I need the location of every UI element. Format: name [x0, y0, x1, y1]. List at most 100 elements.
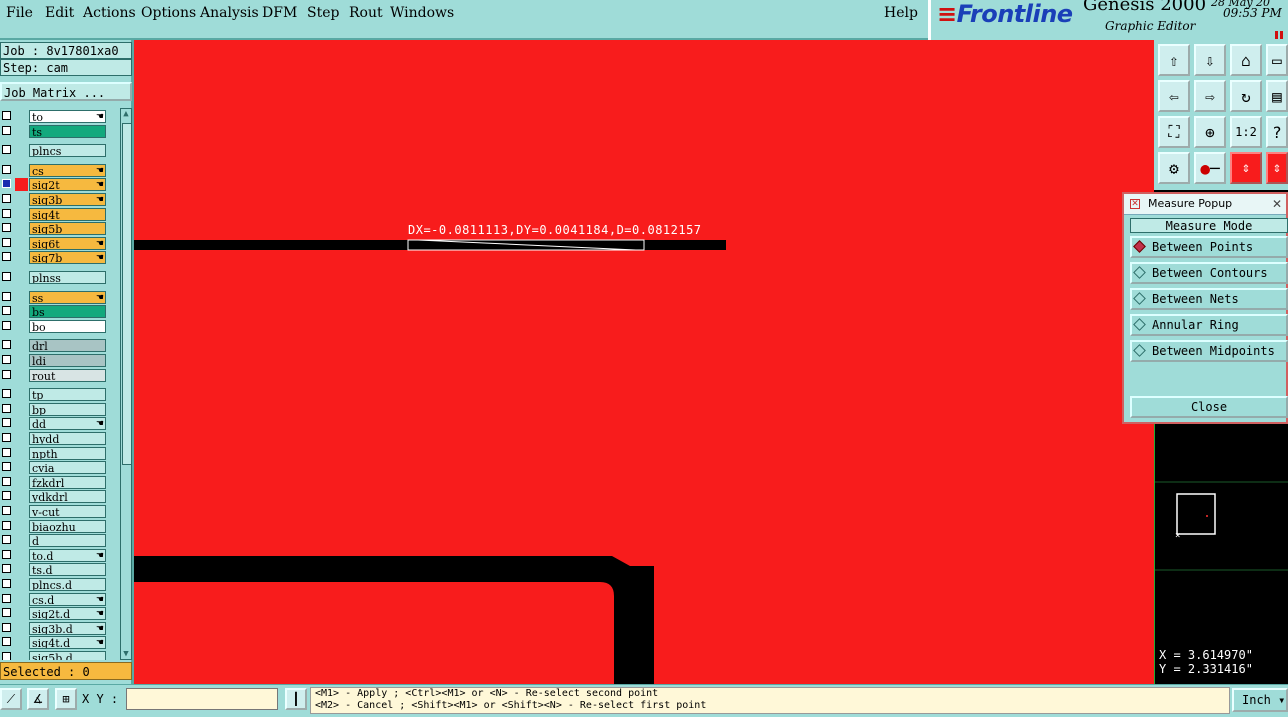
- layer-name[interactable]: ts.d: [29, 563, 106, 577]
- layer-checkbox[interactable]: [2, 306, 11, 316]
- layer-row[interactable]: sig3b ☚: [0, 193, 108, 207]
- option-between-nets[interactable]: Between Nets: [1130, 288, 1288, 310]
- layer-checkbox[interactable]: [2, 491, 11, 501]
- layer-name[interactable]: plncs.d: [29, 578, 106, 591]
- layer-row[interactable]: sig4t.d ☚: [0, 636, 108, 650]
- layer-checkbox[interactable]: [2, 652, 11, 660]
- layer-checkbox[interactable]: [2, 433, 11, 442]
- option-between-midpoints[interactable]: Between Midpoints: [1130, 340, 1288, 362]
- layer-row[interactable]: rout: [0, 368, 108, 383]
- measure-tool-icon[interactable]: ⚙: [1158, 152, 1190, 184]
- layer-checkbox[interactable]: [2, 520, 11, 530]
- snap-icon[interactable]: ⟋: [0, 688, 22, 710]
- menu-edit[interactable]: Edit: [45, 5, 74, 21]
- layer-name[interactable]: ss ☚: [29, 290, 106, 304]
- layer-name[interactable]: d: [29, 534, 106, 548]
- layer-name[interactable]: drl: [29, 339, 106, 353]
- layer-checkbox[interactable]: [2, 579, 11, 588]
- layer-row[interactable]: d: [0, 534, 108, 548]
- popup-titlebar[interactable]: ✕ Measure Popup ✕: [1124, 194, 1286, 215]
- layer-name[interactable]: cs.d ☚: [29, 592, 106, 606]
- layer-checkbox[interactable]: [2, 164, 11, 174]
- layer-row[interactable]: cvia: [0, 461, 108, 475]
- overview-window[interactable]: ×: [1154, 424, 1288, 648]
- snap-point-icon[interactable]: ● ─: [1194, 152, 1226, 184]
- layer-name[interactable]: plnss: [29, 271, 106, 284]
- help-icon[interactable]: ?: [1266, 116, 1288, 148]
- layer-row[interactable]: sig3b.d ☚: [0, 621, 108, 636]
- layer-name[interactable]: bo: [29, 319, 106, 333]
- zoom-fit-icon[interactable]: ⛶: [1158, 116, 1190, 148]
- layer-checkbox[interactable]: [2, 237, 11, 247]
- layer-name[interactable]: bs: [29, 305, 106, 319]
- close-icon[interactable]: ✕: [1272, 194, 1282, 214]
- layer-row[interactable]: ts.d: [0, 563, 108, 577]
- job-matrix-button[interactable]: Job Matrix ...: [0, 82, 132, 101]
- layer-row[interactable]: dd ☚: [0, 417, 108, 431]
- option-between-contours[interactable]: Between Contours: [1130, 262, 1288, 284]
- layer-checkbox[interactable]: [2, 320, 11, 330]
- layer-checkbox[interactable]: [2, 369, 11, 379]
- menu-dfm[interactable]: DFM: [262, 5, 297, 21]
- page-down-icon[interactable]: ⇩: [1194, 44, 1226, 76]
- layer-name[interactable]: sig7b ☚: [29, 251, 106, 265]
- layer-row[interactable]: bs: [0, 305, 108, 319]
- menu-step[interactable]: Step: [307, 5, 339, 21]
- layer-row[interactable]: bo: [0, 319, 108, 334]
- units-selector[interactable]: Inch ▾: [1232, 688, 1288, 712]
- layer-name[interactable]: ydkdrl: [29, 490, 106, 504]
- layer-checkbox[interactable]: [2, 622, 11, 632]
- layer-row[interactable]: cs.d ☚: [0, 592, 108, 607]
- layer-row[interactable]: sig7b ☚: [0, 251, 108, 265]
- xy-input[interactable]: [126, 688, 278, 710]
- layer-name[interactable]: cs ☚: [29, 163, 106, 177]
- layer-checkbox[interactable]: [2, 194, 11, 203]
- layer-name[interactable]: sig4t.d ☚: [29, 636, 106, 650]
- layer-row[interactable]: v-cut: [0, 505, 108, 519]
- layer-row[interactable]: to.d ☚: [0, 548, 108, 563]
- layer-checkbox[interactable]: [2, 447, 11, 457]
- layer-name[interactable]: sig6t ☚: [29, 236, 106, 250]
- layer-name[interactable]: to ☚: [29, 110, 106, 123]
- layer-row[interactable]: to ☚: [0, 110, 108, 124]
- layer-checkbox[interactable]: [2, 179, 11, 189]
- layer-row[interactable]: plnss: [0, 271, 108, 285]
- measure-active-icon[interactable]: ⇕: [1230, 152, 1262, 184]
- layer-name[interactable]: bp: [29, 402, 106, 416]
- layer-row[interactable]: sig4t: [0, 207, 108, 222]
- layer-name[interactable]: biaozhu: [29, 519, 106, 533]
- menu-actions[interactable]: Actions: [83, 5, 136, 21]
- layer-checkbox[interactable]: [2, 506, 11, 515]
- layer-row[interactable]: plncs.d: [0, 578, 108, 592]
- layer-row[interactable]: sig2t.d ☚: [0, 607, 108, 621]
- one-to-one-icon[interactable]: 1:2: [1230, 116, 1262, 148]
- layer-row[interactable]: bp: [0, 402, 108, 417]
- layer-checkbox[interactable]: [2, 111, 11, 120]
- layer-checkbox[interactable]: [2, 593, 11, 603]
- zoom-center-icon[interactable]: ⊕: [1194, 116, 1226, 148]
- layer-row[interactable]: ss ☚: [0, 290, 108, 305]
- layer-row[interactable]: npth: [0, 446, 108, 461]
- layer-name[interactable]: v-cut: [29, 505, 106, 518]
- option-between-points[interactable]: Between Points: [1130, 236, 1288, 258]
- layer-name[interactable]: sig2t ☚: [29, 178, 106, 192]
- layer-row[interactable]: fzkdrl: [0, 475, 108, 490]
- layer-checkbox[interactable]: [2, 549, 11, 559]
- layer-row[interactable]: ts: [0, 124, 108, 139]
- layer-name[interactable]: fzkdrl: [29, 475, 106, 489]
- layer-name[interactable]: sig3b ☚: [29, 193, 106, 206]
- layer-checkbox[interactable]: [2, 223, 11, 233]
- layer-row[interactable]: biaozhu: [0, 519, 108, 534]
- layer-row[interactable]: tp: [0, 388, 108, 402]
- undo-zoom-icon[interactable]: ↻: [1230, 80, 1262, 112]
- layer-row[interactable]: ydkdrl: [0, 490, 108, 504]
- layer-row[interactable]: sig6t ☚: [0, 236, 108, 251]
- layer-checkbox[interactable]: [2, 208, 11, 218]
- menu-rout[interactable]: Rout: [349, 5, 383, 21]
- scroll-down-icon[interactable]: ▼: [122, 649, 130, 659]
- layer-name[interactable]: cvia: [29, 461, 106, 475]
- layer-row[interactable]: cs ☚: [0, 163, 108, 178]
- graphic-canvas[interactable]: DX=-0.0811113,DY=0.0041184,D=0.0812157: [134, 40, 1154, 684]
- layer-checkbox[interactable]: [2, 608, 11, 618]
- layer-checkbox[interactable]: [2, 291, 11, 301]
